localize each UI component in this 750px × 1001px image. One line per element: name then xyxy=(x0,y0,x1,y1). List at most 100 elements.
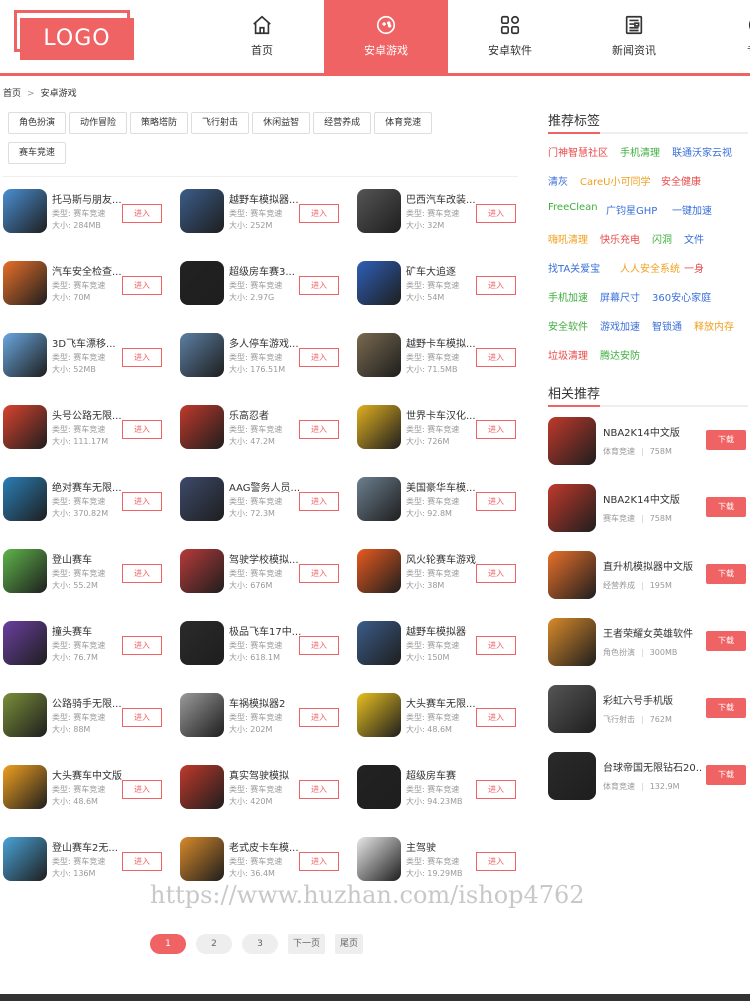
tag-link[interactable]: 释放内存 xyxy=(694,318,734,333)
app-icon[interactable] xyxy=(180,333,224,377)
tag-link[interactable]: 安全软件 xyxy=(548,318,588,333)
app-name[interactable]: 超级房车赛 xyxy=(406,767,486,782)
nav-android-apps[interactable]: 安卓软件 xyxy=(448,0,572,73)
app-icon[interactable] xyxy=(3,549,47,593)
app-card[interactable]: 世界卡车汉化... 类型: 赛车竞速 大小: 726M 进入 xyxy=(357,404,527,450)
app-card[interactable]: 风火轮赛车游戏 类型: 赛车竞速 大小: 38M 进入 xyxy=(357,548,527,594)
tag-link[interactable]: 一身 xyxy=(684,260,704,275)
app-name[interactable]: 大头赛车中文版 xyxy=(52,767,132,782)
related-item[interactable]: 直升机模拟器中文版 经营养成 | 195M 下载 xyxy=(548,551,748,601)
related-app-name[interactable]: 王者荣耀女英雄软件 xyxy=(603,625,703,640)
app-name[interactable]: 登山赛车2无... xyxy=(52,839,132,854)
app-card[interactable]: 越野卡车模拟... 类型: 赛车竞速 大小: 71.5MB 进入 xyxy=(357,332,527,378)
app-card[interactable]: 绝对赛车无限... 类型: 赛车竞速 大小: 370.82M 进入 xyxy=(3,476,173,522)
app-name[interactable]: 登山赛车 xyxy=(52,551,132,566)
related-app-icon[interactable] xyxy=(548,685,596,733)
app-card[interactable]: 巴西汽车改装... 类型: 赛车竞速 大小: 32M 进入 xyxy=(357,188,527,234)
breadcrumb-home[interactable]: 首页 xyxy=(3,89,21,99)
related-app-name[interactable]: NBA2K14中文版 xyxy=(603,424,703,439)
app-name[interactable]: 大头赛车无限... xyxy=(406,695,486,710)
related-item[interactable]: NBA2K14中文版 赛车竞速 | 758M 下载 xyxy=(548,484,748,534)
enter-button[interactable]: 进入 xyxy=(476,420,516,439)
app-name[interactable]: 极品飞车17中... xyxy=(229,623,309,638)
enter-button[interactable]: 进入 xyxy=(122,492,162,511)
app-name[interactable]: 托马斯与朋友... xyxy=(52,191,132,206)
app-name[interactable]: 矿车大追逐 xyxy=(406,263,486,278)
enter-button[interactable]: 进入 xyxy=(476,636,516,655)
app-card[interactable]: 撞头赛车 类型: 赛车竞速 大小: 76.7M 进入 xyxy=(3,620,173,666)
app-name[interactable]: 主驾驶 xyxy=(406,839,486,854)
app-card[interactable]: 托马斯与朋友... 类型: 赛车竞速 大小: 284MB 进入 xyxy=(3,188,173,234)
app-name[interactable]: 巴西汽车改装... xyxy=(406,191,486,206)
app-card[interactable]: 美国豪华车模... 类型: 赛车竞速 大小: 92.8M 进入 xyxy=(357,476,527,522)
page-2-button[interactable]: 2 xyxy=(196,934,232,954)
enter-button[interactable]: 进入 xyxy=(476,708,516,727)
related-app-name[interactable]: 彩虹六号手机版 xyxy=(603,692,703,707)
tag-link[interactable]: 闪洞 xyxy=(652,231,672,246)
app-card[interactable]: 车祸模拟器2 类型: 赛车竞速 大小: 202M 进入 xyxy=(180,692,350,738)
related-item[interactable]: NBA2K14中文版 体育竞速 | 758M 下载 xyxy=(548,417,748,467)
download-button[interactable]: 下载 xyxy=(706,765,746,785)
app-name[interactable]: 超级房车赛3... xyxy=(229,263,309,278)
enter-button[interactable]: 进入 xyxy=(299,348,339,367)
enter-button[interactable]: 进入 xyxy=(299,204,339,223)
enter-button[interactable]: 进入 xyxy=(299,708,339,727)
tag-link[interactable]: 广钧星GHP xyxy=(606,202,657,217)
tag-link[interactable]: 垃圾清理 xyxy=(548,347,588,362)
app-card[interactable]: 多人停车游戏... 类型: 赛车竞速 大小: 176.51M 进入 xyxy=(180,332,350,378)
tag-link[interactable]: 安全健康 xyxy=(661,173,701,188)
app-icon[interactable] xyxy=(3,333,47,377)
nav-news[interactable]: 新闻资讯 xyxy=(572,0,696,73)
app-name[interactable]: AAG警务人员... xyxy=(229,479,309,494)
related-app-icon[interactable] xyxy=(548,417,596,465)
tag-link[interactable]: 文件 xyxy=(684,231,704,246)
enter-button[interactable]: 进入 xyxy=(476,204,516,223)
tag-link[interactable]: 手机加速 xyxy=(548,289,588,304)
app-name[interactable]: 3D飞车漂移... xyxy=(52,335,132,350)
download-button[interactable]: 下载 xyxy=(706,631,746,651)
tag-link[interactable]: 游戏加速 xyxy=(600,318,640,333)
app-name[interactable]: 美国豪华车模... xyxy=(406,479,486,494)
page-3-button[interactable]: 3 xyxy=(242,934,278,954)
app-card[interactable]: 老式皮卡车模... 类型: 赛车竞速 大小: 36.4M 进入 xyxy=(180,836,350,882)
app-name[interactable]: 绝对赛车无限... xyxy=(52,479,132,494)
app-name[interactable]: 真实驾驶模拟 xyxy=(229,767,309,782)
enter-button[interactable]: 进入 xyxy=(299,852,339,871)
tag-link[interactable]: 嗨吼清理 xyxy=(548,231,588,246)
page-1-button[interactable]: 1 xyxy=(150,934,186,954)
enter-button[interactable]: 进入 xyxy=(122,780,162,799)
app-card[interactable]: 越野车模拟器 类型: 赛车竞速 大小: 150M 进入 xyxy=(357,620,527,666)
app-icon[interactable] xyxy=(180,837,224,881)
app-icon[interactable] xyxy=(180,765,224,809)
enter-button[interactable]: 进入 xyxy=(122,708,162,727)
enter-button[interactable]: 进入 xyxy=(476,852,516,871)
tag-link[interactable]: 清灰 xyxy=(548,173,568,188)
app-name[interactable]: 撞头赛车 xyxy=(52,623,132,638)
related-app-icon[interactable] xyxy=(548,551,596,599)
enter-button[interactable]: 进入 xyxy=(476,276,516,295)
app-name[interactable]: 多人停车游戏... xyxy=(229,335,309,350)
related-item[interactable]: 彩虹六号手机版 飞行射击 | 762M 下载 xyxy=(548,685,748,735)
app-card[interactable]: 登山赛车 类型: 赛车竞速 大小: 55.2M 进入 xyxy=(3,548,173,594)
app-icon[interactable] xyxy=(180,693,224,737)
next-page-button[interactable]: 下一页 xyxy=(288,934,326,954)
related-app-name[interactable]: 台球帝国无限钻石20... xyxy=(603,759,703,774)
category-tag[interactable]: 休闲益智 xyxy=(252,112,311,134)
app-name[interactable]: 越野卡车模拟... xyxy=(406,335,486,350)
app-card[interactable]: 汽车安全检查... 类型: 赛车竞速 大小: 70M 进入 xyxy=(3,260,173,306)
app-name[interactable]: 车祸模拟器2 xyxy=(229,695,309,710)
enter-button[interactable]: 进入 xyxy=(476,348,516,367)
category-tag[interactable]: 动作冒险 xyxy=(69,112,128,134)
enter-button[interactable]: 进入 xyxy=(122,348,162,367)
download-button[interactable]: 下载 xyxy=(706,564,746,584)
app-card[interactable]: 超级房车赛 类型: 赛车竞速 大小: 94.23MB 进入 xyxy=(357,764,527,810)
related-item[interactable]: 台球帝国无限钻石20... 体育竞速 | 132.9M 下载 xyxy=(548,752,748,802)
app-card[interactable]: 超级房车赛3... 类型: 赛车竞速 大小: 2.97G 进入 xyxy=(180,260,350,306)
enter-button[interactable]: 进入 xyxy=(122,420,162,439)
enter-button[interactable]: 进入 xyxy=(299,492,339,511)
tag-link[interactable]: 屏幕尺寸 xyxy=(600,289,640,304)
app-card[interactable]: 公路骑手无限... 类型: 赛车竞速 大小: 88M 进入 xyxy=(3,692,173,738)
app-icon[interactable] xyxy=(357,549,401,593)
enter-button[interactable]: 进入 xyxy=(122,204,162,223)
category-tag[interactable]: 赛车竞速 xyxy=(8,142,67,164)
